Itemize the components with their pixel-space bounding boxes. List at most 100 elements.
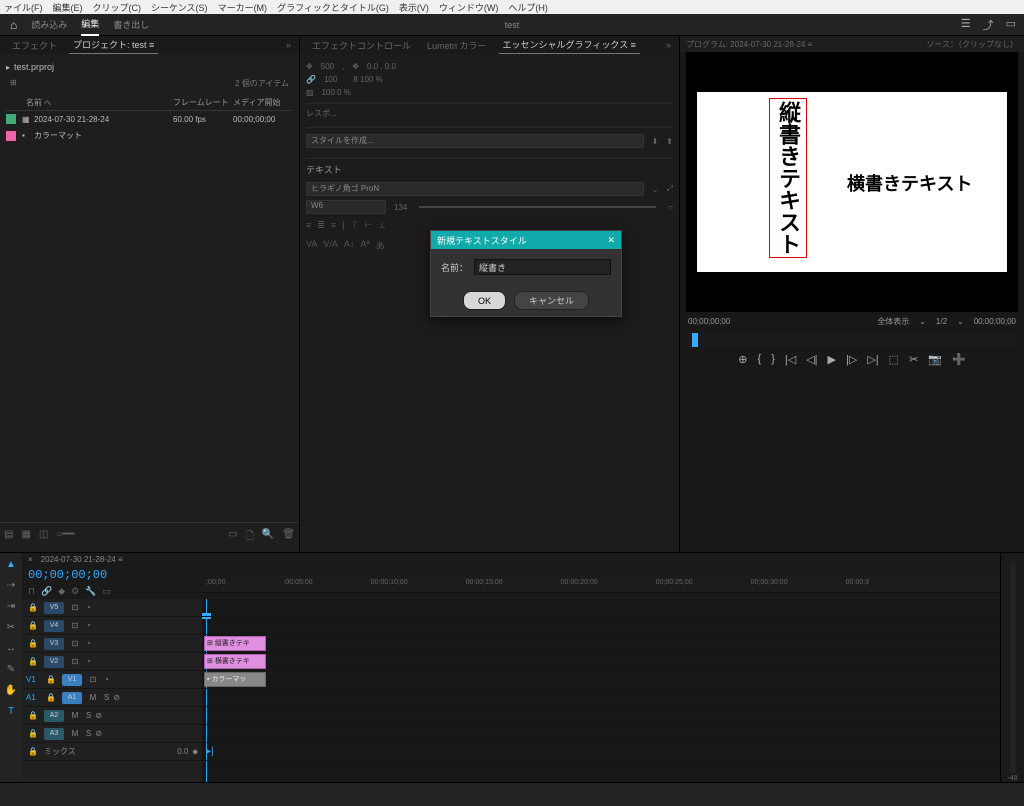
align-right-icon[interactable]: ≡ (331, 220, 336, 231)
lift-icon[interactable]: ⬚ (889, 353, 899, 366)
ripple-tool-icon[interactable]: ⇥ (7, 601, 15, 612)
tab-project[interactable]: プロジェクト: test ≡ (69, 36, 158, 54)
font-family-select[interactable]: ヒラギノ角ゴ ProN (306, 182, 644, 196)
menu-sequence[interactable]: シーケンス(S) (151, 1, 208, 14)
program-tc-right[interactable]: 00;00;00;00 (974, 317, 1016, 326)
vertical-text[interactable]: 縦書きテキスト (769, 98, 807, 258)
up-icon[interactable]: ⬆ (666, 137, 673, 146)
workspace-export[interactable]: 書き出し (113, 14, 149, 35)
new-bin-icon[interactable]: ▭ (228, 529, 237, 546)
menu-clip[interactable]: クリップ(C) (93, 1, 142, 14)
extract-icon[interactable]: ✂ (909, 353, 918, 366)
timeline-timecode[interactable]: 00;00;00;00 (22, 566, 202, 584)
menu-file[interactable]: ァイル(F) (4, 1, 43, 14)
close-seq-icon[interactable]: × (28, 555, 33, 564)
export-frame-icon[interactable]: 📷 (928, 353, 942, 366)
scale-lock-icon[interactable]: 🔗 (306, 75, 316, 84)
search-icon[interactable]: 🔍 (262, 529, 274, 546)
opacity-value[interactable]: 100.0 % (322, 88, 351, 97)
tab-lumetri[interactable]: Lumetri カラー (423, 37, 491, 54)
go-out-icon[interactable]: ▷| (867, 353, 878, 366)
size-slider[interactable] (419, 206, 656, 208)
playhead-marker[interactable] (692, 333, 698, 347)
tab-essential-graphics[interactable]: エッセンシャルグラフィックス ≡ (499, 36, 640, 54)
linked-icon[interactable]: 🔗 (41, 586, 52, 597)
menu-window[interactable]: ウィンドウ(W) (439, 1, 499, 14)
track-a3[interactable]: 🔒A3MS⊘ (22, 725, 202, 743)
program-tab[interactable]: プログラム: 2024-07-30 21-28-24 ≡ (686, 39, 812, 50)
anchor-icon[interactable]: ✥ (352, 62, 359, 71)
pos-icon[interactable]: ✥ (306, 62, 313, 71)
snap-icon[interactable]: ⊓ (28, 586, 35, 597)
name-input[interactable] (474, 259, 611, 275)
col-name[interactable]: 名前 (26, 98, 42, 107)
leading-icon[interactable]: A↕ (344, 239, 355, 252)
zoom-slider[interactable]: ○━━ (56, 529, 74, 546)
selection-tool-icon[interactable]: ▲ (6, 559, 16, 570)
ok-button[interactable]: OK (463, 291, 506, 310)
table-row[interactable]: ▪ カラーマット (6, 127, 293, 144)
cancel-button[interactable]: キャンセル (514, 291, 589, 310)
sequence-name[interactable]: 2024-07-30 21-28-24 ≡ (41, 555, 123, 564)
home-icon[interactable]: ⌂ (10, 18, 17, 32)
step-back-icon[interactable]: ◁| (806, 353, 817, 366)
track-v2[interactable]: 🔒V2⊡◔ (22, 653, 202, 671)
track-a2[interactable]: 🔒A2MS⊘ (22, 707, 202, 725)
align-middle-icon[interactable]: ⊢ (364, 220, 372, 231)
hand-tool-icon[interactable]: ✋ (5, 685, 17, 696)
pos-value[interactable]: 500 (321, 62, 334, 71)
font-size-value[interactable]: 134 (394, 203, 407, 212)
program-playbar[interactable] (688, 333, 1016, 347)
font-weight-select[interactable]: W6 (306, 200, 386, 214)
menu-graphics[interactable]: グラフィックとタイトル(G) (277, 1, 389, 14)
menu-view[interactable]: 表示(V) (399, 1, 429, 14)
col-mediastart[interactable]: メディア開始 (233, 97, 293, 108)
pen-tool-icon[interactable]: ✎ (7, 664, 15, 675)
fit-select[interactable]: 全体表示 (877, 316, 909, 327)
track-mix[interactable]: 🔒ミックス0.0⬥ (22, 743, 202, 761)
eyedropper-icon[interactable]: ⤢ (667, 184, 673, 194)
program-view[interactable]: 縦書きテキスト 横書きテキスト (686, 52, 1018, 312)
tsume-icon[interactable]: あ (376, 239, 385, 252)
chevron-down-icon[interactable]: ⌄ (652, 185, 659, 194)
trash-icon[interactable]: 🗑 (282, 529, 295, 546)
new-item-icon[interactable]: 🗋 (246, 529, 254, 546)
program-tc-left[interactable]: 00;00;00;00 (688, 317, 730, 326)
track-v1[interactable]: V1🔒V1⊡◔ (22, 671, 202, 689)
table-row[interactable]: ▦ 2024-07-30 21-28-24 60.00 fps 00;00;00… (6, 111, 293, 127)
fullscreen-icon[interactable]: ▭ (1006, 17, 1016, 33)
razor-tool-icon[interactable]: ✂ (7, 622, 15, 633)
freeform-view-icon[interactable]: ◫ (39, 529, 48, 546)
tab-effects[interactable]: エフェクト (8, 37, 61, 54)
track-v4[interactable]: 🔒V4⊡◔ (22, 617, 202, 635)
icon-view-icon[interactable]: ▦ (21, 529, 30, 546)
mark-out-icon[interactable]: } (771, 353, 775, 366)
bin-icon[interactable]: ⊞ (10, 78, 17, 89)
col-framerate[interactable]: フレームレート (173, 97, 233, 108)
down-icon[interactable]: ⬇ (652, 137, 659, 146)
tab-overflow-icon[interactable]: » (286, 40, 291, 50)
project-toggle-icon[interactable]: ▸ (6, 63, 10, 72)
share-icon[interactable]: ⤴ (983, 17, 994, 33)
jump-start-icon[interactable]: ▸| (206, 746, 214, 757)
workspace-import[interactable]: 読み込み (31, 14, 67, 35)
play-icon[interactable]: ▶ (828, 353, 836, 366)
source-tab[interactable]: ソース：（クリップなし） (926, 39, 1018, 50)
horizontal-text[interactable]: 横書きテキスト (847, 170, 972, 196)
style-create-field[interactable]: スタイルを作成... (306, 134, 644, 148)
go-in-icon[interactable]: |◁ (785, 353, 796, 366)
clip-v1[interactable]: ▪ カラーマッ (204, 672, 266, 687)
tracking-icon[interactable]: VA (306, 239, 317, 252)
settings-tl-icon[interactable]: ⚙ (71, 586, 79, 597)
align-top-icon[interactable]: ⊤ (350, 220, 358, 231)
track-v5[interactable]: 🔒V5⊡◔ (22, 599, 202, 617)
menu-edit[interactable]: 編集(E) (53, 1, 83, 14)
tab-overflow-icon[interactable]: » (666, 40, 671, 50)
mark-in-icon[interactable]: { (758, 353, 762, 366)
opacity-icon[interactable]: ▨ (306, 88, 314, 97)
type-tool-icon[interactable]: T (8, 706, 14, 717)
align-left-icon[interactable]: ≡ (306, 220, 311, 231)
timeline-clips-area[interactable]: ⊞ 縦書きテキ ⊞ 横書きテキ ▪ カラーマッ ▸| (202, 599, 1000, 782)
close-icon[interactable]: ✕ (607, 235, 615, 246)
kerning-icon[interactable]: V/A (323, 239, 338, 252)
